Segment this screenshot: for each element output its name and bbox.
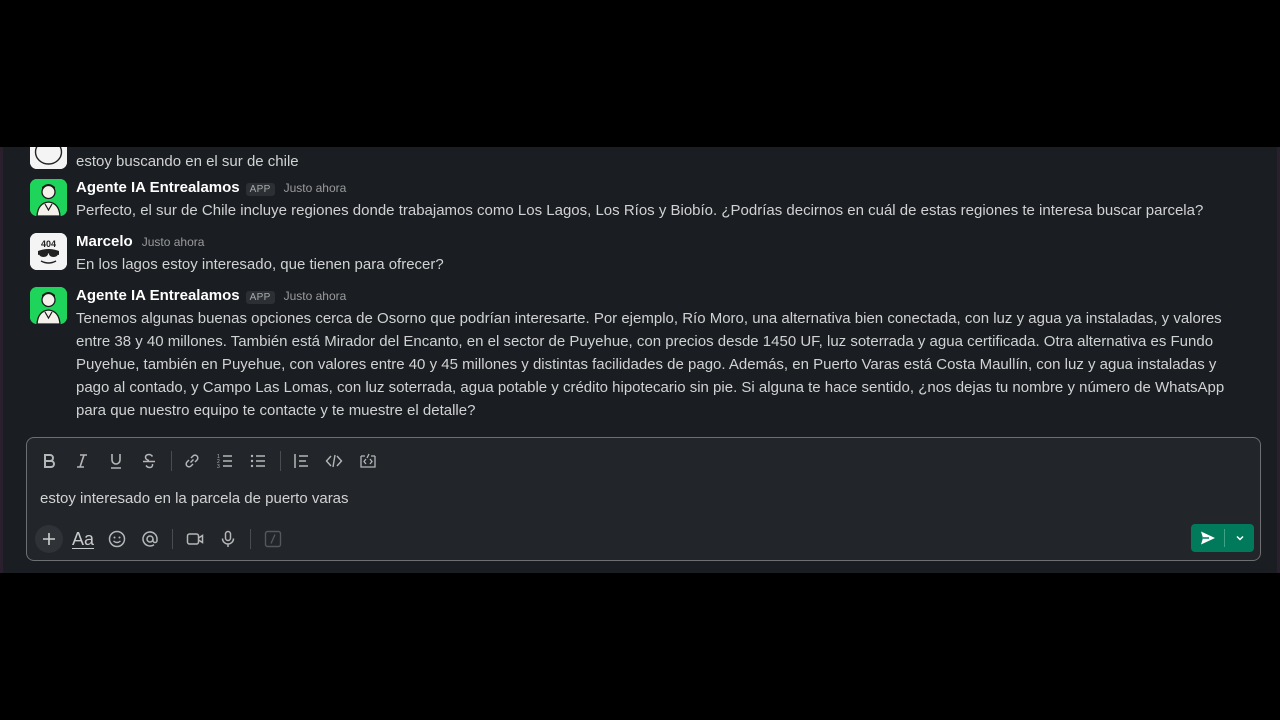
author-name[interactable]: Marcelo xyxy=(76,233,133,250)
message-line: entre 38 y 40 millones. También está Mir… xyxy=(76,333,1214,350)
message-composer: 123 estoy interesado en la parcela de pu… xyxy=(26,437,1261,561)
author-name[interactable]: Agente IA Entrealamos xyxy=(76,287,240,304)
timestamp[interactable]: Justo ahora xyxy=(284,289,347,303)
toolbar-divider xyxy=(170,451,172,471)
message-line: Tenemos algunas buenas opciones cerca de… xyxy=(76,310,1222,327)
app-badge: APP xyxy=(245,291,275,304)
message-item: Agente IA Entrealamos APP Justo ahora Te… xyxy=(27,287,1257,427)
send-button-group xyxy=(1191,524,1254,552)
avatar-text: 404 xyxy=(41,239,56,249)
user-avatar[interactable] xyxy=(30,147,67,169)
blockquote-icon[interactable] xyxy=(287,448,315,474)
emoji-icon[interactable] xyxy=(103,525,131,553)
message-item: Agente IA Entrealamos APP Justo ahora Pe… xyxy=(27,179,1257,225)
message-text: En los lagos estoy interesado, que tiene… xyxy=(76,256,444,273)
user-avatar[interactable]: 404 xyxy=(30,233,67,270)
formatting-toolbar: 123 xyxy=(35,448,387,474)
composer-actions: Aa xyxy=(35,524,292,554)
timestamp[interactable]: Justo ahora xyxy=(284,181,347,195)
ordered-list-icon[interactable]: 123 xyxy=(211,448,239,474)
message-line: Puyehue, también en Puyehue, con valores… xyxy=(76,356,1217,373)
timestamp[interactable]: Justo ahora xyxy=(142,235,205,249)
code-block-icon[interactable] xyxy=(354,448,382,474)
message-line: pago al contado, y Campo Las Lomas, con … xyxy=(76,379,1225,396)
svg-text:3: 3 xyxy=(217,464,220,470)
chat-window: estoy buscando en el sur de chile Agente… xyxy=(0,147,1280,573)
toolbar-divider xyxy=(249,529,251,549)
bot-avatar[interactable] xyxy=(30,287,67,324)
italic-icon[interactable] xyxy=(68,448,96,474)
app-badge: APP xyxy=(245,183,275,196)
message-item: 404 Marcelo Justo ahora En los lagos est… xyxy=(27,233,1257,279)
bulleted-list-icon[interactable] xyxy=(244,448,272,474)
toolbar-divider xyxy=(171,529,173,549)
microphone-icon[interactable] xyxy=(214,525,242,553)
bold-icon[interactable] xyxy=(35,448,63,474)
formatting-icon[interactable]: Aa xyxy=(69,525,97,553)
strikethrough-icon[interactable] xyxy=(135,448,163,474)
link-icon[interactable] xyxy=(178,448,206,474)
mention-icon[interactable] xyxy=(136,525,164,553)
message-line: para que nuestro equipo te contacte y te… xyxy=(76,402,476,419)
author-name[interactable]: Agente IA Entrealamos xyxy=(76,179,240,196)
message-text: Tenemos algunas buenas opciones cerca de… xyxy=(76,307,1224,422)
toolbar-divider xyxy=(279,451,281,471)
underline-icon[interactable] xyxy=(102,448,130,474)
message-text: Perfecto, el sur de Chile incluye region… xyxy=(76,202,1204,219)
chevron-down-icon[interactable] xyxy=(1225,524,1254,552)
formatting-label: Aa xyxy=(71,528,95,549)
code-icon[interactable] xyxy=(320,448,348,474)
message-input[interactable]: estoy interesado en la parcela de puerto… xyxy=(40,490,349,507)
video-icon[interactable] xyxy=(181,525,209,553)
shortcuts-icon[interactable] xyxy=(259,525,287,553)
message-text: estoy buscando en el sur de chile xyxy=(76,153,299,170)
message-item: estoy buscando en el sur de chile xyxy=(27,147,1257,170)
send-icon[interactable] xyxy=(1191,524,1224,552)
bot-avatar[interactable] xyxy=(30,179,67,216)
plus-icon[interactable] xyxy=(35,525,63,553)
